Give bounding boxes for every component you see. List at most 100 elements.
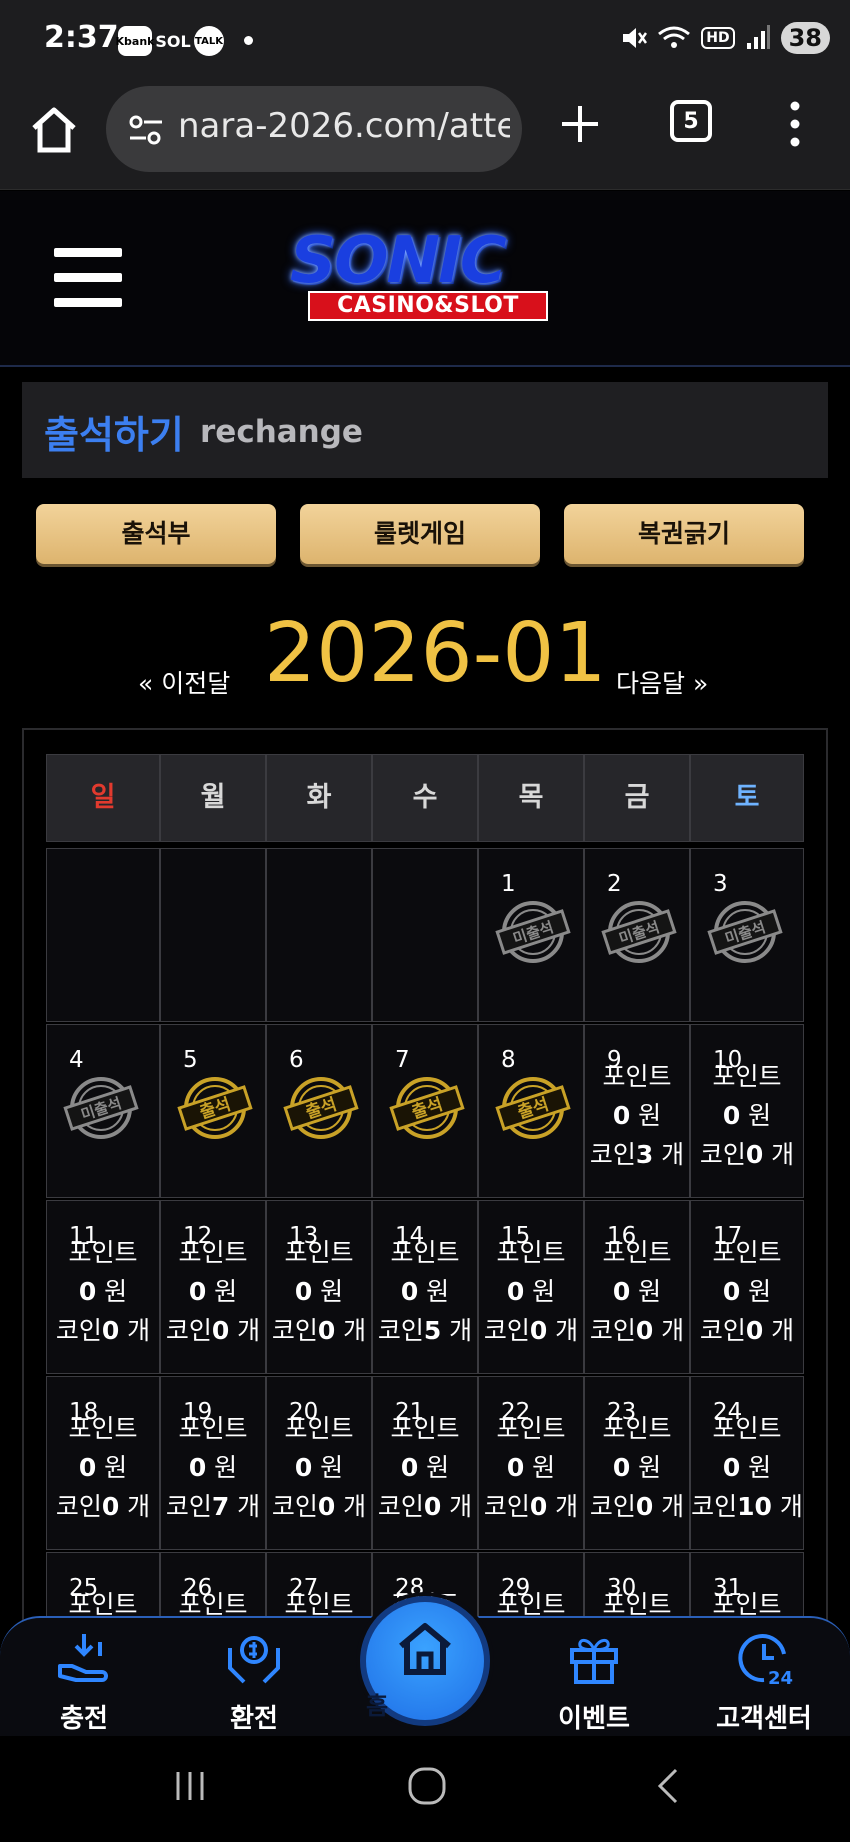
point-label: 포인트 bbox=[712, 1238, 782, 1267]
day-reward-info: 포인트 0 원 코인0 개 bbox=[47, 1409, 159, 1526]
day-cell[interactable]: 6 출석 bbox=[266, 1024, 372, 1198]
home-icon bbox=[399, 1623, 451, 1675]
day-cell[interactable]: 16 포인트 0 원 코인0 개 bbox=[584, 1200, 690, 1374]
day-cell[interactable]: 13 포인트 0 원 코인0 개 bbox=[266, 1200, 372, 1374]
next-month-link[interactable]: 다음달 » bbox=[616, 664, 708, 700]
day-cell[interactable]: 20 포인트 0 원 코인0 개 bbox=[266, 1376, 372, 1550]
weekday-header: 월 bbox=[160, 754, 266, 842]
weekday-header: 토 bbox=[690, 754, 804, 842]
day-reward-info: 포인트 0 원 코인0 개 bbox=[691, 1057, 803, 1174]
day-number: 1 bbox=[501, 871, 516, 897]
day-number: 2 bbox=[607, 871, 622, 897]
day-cell[interactable]: 14 포인트 0 원 코인5 개 bbox=[372, 1200, 478, 1374]
coin-value: 코인0 개 bbox=[165, 1316, 261, 1345]
point-value: 0 원 bbox=[506, 1453, 556, 1482]
day-cell[interactable]: 1 미출석 bbox=[478, 848, 584, 1022]
nav-event[interactable]: 이벤트 bbox=[534, 1618, 654, 1738]
more-menu-icon[interactable] bbox=[780, 98, 810, 150]
tab-switcher-button[interactable]: 5 bbox=[670, 100, 712, 142]
day-cell[interactable]: 12 포인트 0 원 코인0 개 bbox=[160, 1200, 266, 1374]
deposit-hand-icon bbox=[58, 1634, 108, 1682]
site-header: SONIC CASINO&SLOT bbox=[0, 191, 850, 367]
browser-home-icon[interactable] bbox=[26, 102, 82, 158]
nav-support[interactable]: 24 고객센터 bbox=[704, 1618, 824, 1738]
point-label: 포인트 bbox=[712, 1062, 782, 1091]
support-24h-icon: 24 bbox=[738, 1634, 793, 1688]
recent-apps-icon[interactable] bbox=[170, 1766, 210, 1806]
site-logo[interactable]: SONIC CASINO&SLOT bbox=[286, 225, 576, 325]
day-cell[interactable]: 19 포인트 0 원 코인7 개 bbox=[160, 1376, 266, 1550]
empty-day-cell bbox=[372, 848, 478, 1022]
weekday-header: 수 bbox=[372, 754, 478, 842]
day-cell[interactable]: 8 출석 bbox=[478, 1024, 584, 1198]
site-settings-icon[interactable] bbox=[126, 110, 166, 150]
coin-value: 코인0 개 bbox=[271, 1492, 367, 1521]
notification-dot-icon bbox=[244, 36, 253, 45]
day-reward-info: 포인트 0 원 코인0 개 bbox=[373, 1409, 477, 1526]
day-cell[interactable]: 24 포인트 0 원 코인10 개 bbox=[690, 1376, 804, 1550]
current-month-title: 2026-01 bbox=[264, 606, 607, 701]
nav-home-button[interactable]: 홈 bbox=[360, 1596, 490, 1726]
address-bar[interactable]: nara-2026.com/attendance bbox=[106, 86, 522, 172]
day-cell[interactable]: 18 포인트 0 원 코인0 개 bbox=[46, 1376, 160, 1550]
day-reward-info: 포인트 0 원 코인3 개 bbox=[585, 1057, 689, 1174]
nav-exchange[interactable]: 환전 bbox=[194, 1618, 314, 1738]
page-subtitle: rechange bbox=[200, 414, 363, 450]
day-cell[interactable]: 21 포인트 0 원 코인0 개 bbox=[372, 1376, 478, 1550]
attendance-book-button[interactable]: 출석부 bbox=[36, 504, 276, 564]
day-cell[interactable]: 5 출석 bbox=[160, 1024, 266, 1198]
coin-value: 코인0 개 bbox=[699, 1316, 795, 1345]
point-label: 포인트 bbox=[284, 1414, 354, 1443]
weekday-header: 화 bbox=[266, 754, 372, 842]
nav-charge[interactable]: 충전 bbox=[24, 1618, 144, 1738]
point-label: 포인트 bbox=[68, 1414, 138, 1443]
empty-day-cell bbox=[46, 848, 160, 1022]
nav-home-label: 홈 bbox=[366, 1692, 389, 1720]
logo-subtitle: CASINO&SLOT bbox=[308, 291, 548, 321]
status-time: 2:37 bbox=[44, 20, 119, 55]
day-cell[interactable]: 3 미출석 bbox=[690, 848, 804, 1022]
day-reward-info: 포인트 0 원 코인0 개 bbox=[479, 1409, 583, 1526]
coin-value: 코인3 개 bbox=[589, 1140, 685, 1169]
absent-stamp-icon: 미출석 bbox=[707, 901, 783, 963]
prev-month-link[interactable]: « 이전달 bbox=[138, 664, 230, 700]
nav-support-label: 고객센터 bbox=[716, 1704, 812, 1734]
point-label: 포인트 bbox=[496, 1414, 566, 1443]
signal-icon bbox=[746, 25, 770, 49]
point-label: 포인트 bbox=[602, 1414, 672, 1443]
system-navigation-bar bbox=[0, 1736, 850, 1842]
point-label: 포인트 bbox=[178, 1238, 248, 1267]
nav-exchange-label: 환전 bbox=[230, 1704, 278, 1734]
day-cell[interactable]: 15 포인트 0 원 코인0 개 bbox=[478, 1200, 584, 1374]
day-cell[interactable]: 9 포인트 0 원 코인3 개 bbox=[584, 1024, 690, 1198]
day-cell[interactable]: 17 포인트 0 원 코인0 개 bbox=[690, 1200, 804, 1374]
back-icon[interactable] bbox=[650, 1764, 686, 1808]
day-reward-info: 포인트 0 원 코인7 개 bbox=[161, 1409, 265, 1526]
point-value: 0 원 bbox=[722, 1101, 772, 1130]
day-cell[interactable]: 23 포인트 0 원 코인0 개 bbox=[584, 1376, 690, 1550]
scratch-lottery-button[interactable]: 복권긁기 bbox=[564, 504, 804, 564]
day-number: 4 bbox=[69, 1047, 84, 1073]
url-text[interactable]: nara-2026.com/attendance bbox=[178, 106, 510, 146]
day-reward-info: 포인트 0 원 코인10 개 bbox=[691, 1409, 803, 1526]
point-value: 0 원 bbox=[294, 1453, 344, 1482]
point-value: 0 원 bbox=[722, 1277, 772, 1306]
day-number: 6 bbox=[289, 1047, 304, 1073]
day-cell[interactable]: 2 미출석 bbox=[584, 848, 690, 1022]
day-cell[interactable]: 4 미출석 bbox=[46, 1024, 160, 1198]
day-cell[interactable]: 10 포인트 0 원 코인0 개 bbox=[690, 1024, 804, 1198]
absent-stamp-icon: 미출석 bbox=[601, 901, 677, 963]
roulette-game-button[interactable]: 룰렛게임 bbox=[300, 504, 540, 564]
new-tab-icon[interactable] bbox=[556, 100, 604, 148]
attended-stamp-icon: 출석 bbox=[177, 1077, 253, 1139]
day-number: 3 bbox=[713, 871, 728, 897]
day-cell[interactable]: 22 포인트 0 원 코인0 개 bbox=[478, 1376, 584, 1550]
point-label: 포인트 bbox=[390, 1238, 460, 1267]
day-cell[interactable]: 11 포인트 0 원 코인0 개 bbox=[46, 1200, 160, 1374]
day-reward-info: 포인트 0 원 코인0 개 bbox=[585, 1409, 689, 1526]
point-label: 포인트 bbox=[712, 1414, 782, 1443]
day-cell[interactable]: 7 출석 bbox=[372, 1024, 478, 1198]
hamburger-menu-icon[interactable] bbox=[54, 248, 122, 308]
day-number: 8 bbox=[501, 1047, 516, 1073]
home-system-icon[interactable] bbox=[405, 1764, 449, 1808]
